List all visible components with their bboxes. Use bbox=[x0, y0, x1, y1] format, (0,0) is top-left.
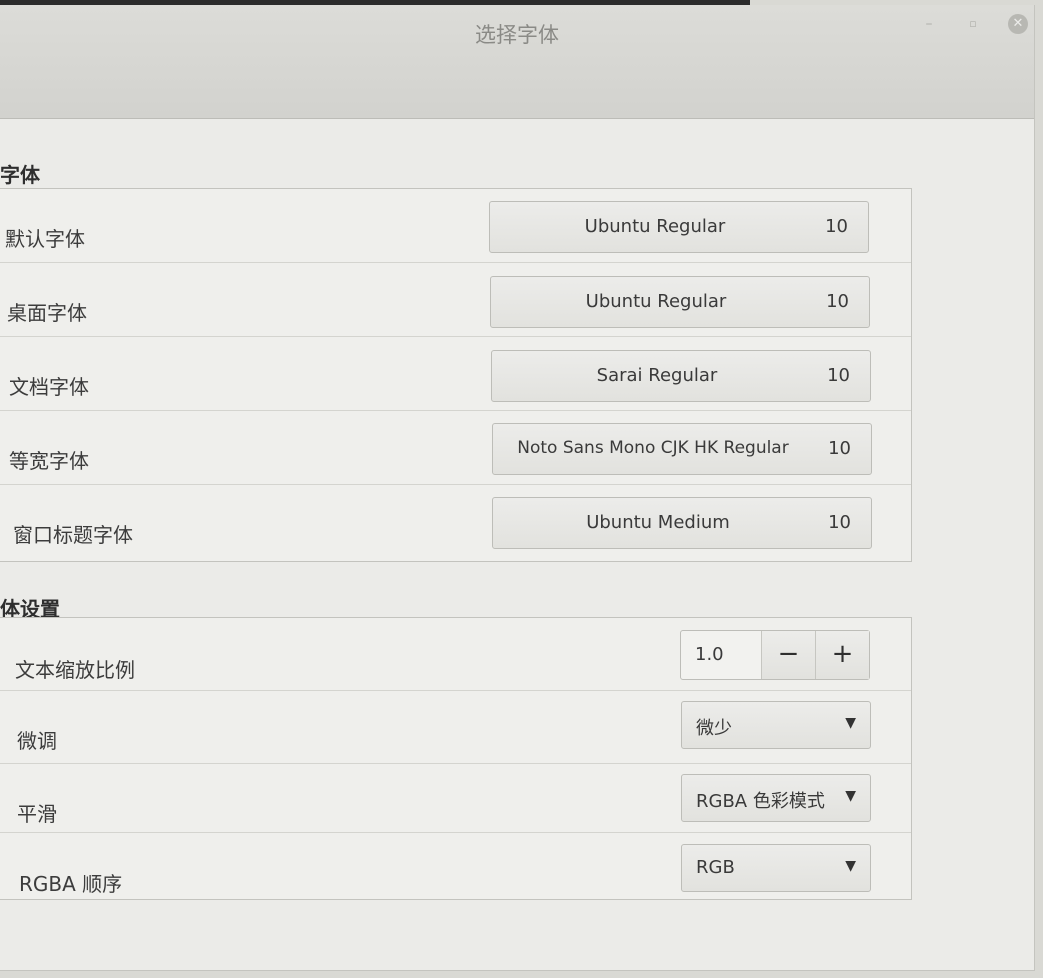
font-size: 10 bbox=[828, 438, 851, 459]
scale-row: 文本缩放比例 1.0 − + bbox=[0, 618, 911, 691]
minimize-icon[interactable]: – bbox=[920, 15, 938, 33]
font-row-label: 文档字体 bbox=[9, 375, 89, 399]
hinting-dropdown[interactable]: 微少 ▼ bbox=[681, 701, 871, 749]
font-row-document: 文档字体 Sarai Regular 10 bbox=[0, 337, 911, 411]
font-size: 10 bbox=[827, 365, 850, 386]
font-size: 10 bbox=[826, 291, 849, 312]
rgba-order-value: RGB bbox=[696, 857, 735, 878]
antialiasing-value: RGBA 色彩模式 bbox=[696, 791, 825, 812]
fonts-frame: 默认字体 Ubuntu Regular 10 桌面字体 Ubuntu Regul… bbox=[0, 188, 912, 562]
scale-label: 文本缩放比例 bbox=[15, 658, 135, 682]
monospace-font-button[interactable]: Noto Sans Mono CJK HK Regular 10 bbox=[492, 423, 872, 475]
text-scale-value[interactable]: 1.0 bbox=[695, 644, 724, 665]
hinting-row: 微调 微少 ▼ bbox=[0, 691, 911, 764]
font-selection-window: 选择字体 – ▫ ✕ 字体 默认字体 Ubuntu Regular 10 桌面字… bbox=[0, 5, 1035, 971]
rgba-order-row: RGBA 顺序 RGB ▼ bbox=[0, 833, 911, 898]
font-name: Ubuntu Medium bbox=[586, 512, 730, 533]
rgba-order-label: RGBA 顺序 bbox=[19, 872, 123, 896]
default-font-button[interactable]: Ubuntu Regular 10 bbox=[489, 201, 869, 253]
font-row-label: 窗口标题字体 bbox=[13, 523, 133, 547]
font-row-default: 默认字体 Ubuntu Regular 10 bbox=[0, 189, 911, 263]
decrease-button[interactable]: − bbox=[761, 631, 815, 679]
font-row-monospace: 等宽字体 Noto Sans Mono CJK HK Regular 10 bbox=[0, 411, 911, 485]
desktop-font-button[interactable]: Ubuntu Regular 10 bbox=[490, 276, 870, 328]
fonts-section-title: 字体 bbox=[0, 163, 40, 187]
font-row-label: 等宽字体 bbox=[9, 449, 89, 473]
font-size: 10 bbox=[828, 512, 851, 533]
font-row-label: 桌面字体 bbox=[7, 301, 87, 325]
window-title: 选择字体 bbox=[475, 23, 559, 47]
font-name: Sarai Regular bbox=[596, 365, 718, 386]
increase-button[interactable]: + bbox=[815, 631, 869, 679]
font-row-label: 默认字体 bbox=[5, 227, 85, 251]
text-scale-spinbutton[interactable]: 1.0 − + bbox=[680, 630, 870, 680]
dropdown-arrow-icon: ▼ bbox=[845, 788, 856, 804]
antialiasing-dropdown[interactable]: RGBA 色彩模式 ▼ bbox=[681, 774, 871, 822]
font-name: Ubuntu Regular bbox=[585, 291, 727, 312]
font-row-desktop: 桌面字体 Ubuntu Regular 10 bbox=[0, 263, 911, 337]
document-font-button[interactable]: Sarai Regular 10 bbox=[491, 350, 871, 402]
hinting-label: 微调 bbox=[17, 729, 57, 753]
font-name: Ubuntu Regular bbox=[584, 216, 726, 237]
antialiasing-row: 平滑 RGBA 色彩模式 ▼ bbox=[0, 764, 911, 833]
font-name: Noto Sans Mono CJK HK Regular bbox=[517, 438, 789, 458]
window-title-font-button[interactable]: Ubuntu Medium 10 bbox=[492, 497, 872, 549]
close-icon[interactable]: ✕ bbox=[1008, 14, 1028, 34]
text-settings-frame: 文本缩放比例 1.0 − + 微调 微少 ▼ 平滑 RGBA 色彩模式 ▼ RG… bbox=[0, 617, 912, 900]
dropdown-arrow-icon: ▼ bbox=[845, 858, 856, 874]
font-size: 10 bbox=[825, 216, 848, 237]
font-row-window-title: 窗口标题字体 Ubuntu Medium 10 bbox=[0, 485, 911, 560]
rgba-order-dropdown[interactable]: RGB ▼ bbox=[681, 844, 871, 892]
antialiasing-label: 平滑 bbox=[17, 802, 57, 826]
dropdown-arrow-icon: ▼ bbox=[845, 715, 856, 731]
hinting-value: 微少 bbox=[696, 718, 732, 739]
title-bar[interactable]: 选择字体 – ▫ ✕ bbox=[0, 5, 1034, 119]
maximize-icon[interactable]: ▫ bbox=[964, 15, 982, 33]
